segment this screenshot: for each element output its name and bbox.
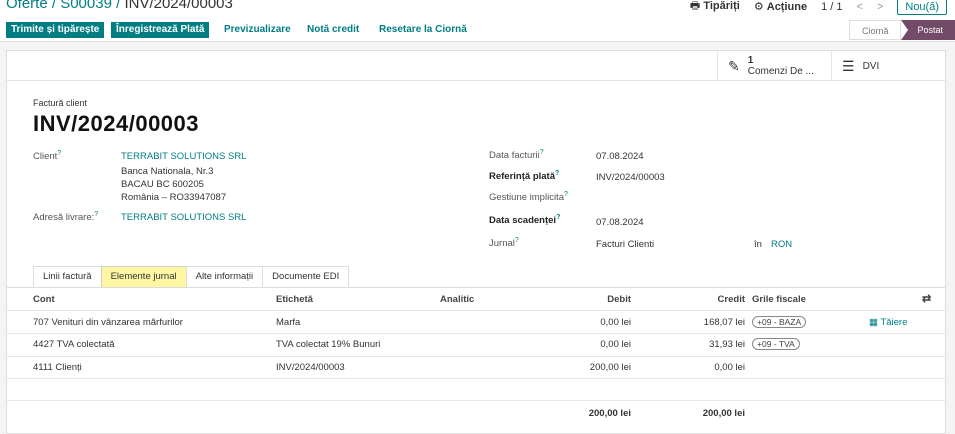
register-payment-button[interactable]: Înregistrează Plată bbox=[111, 22, 210, 38]
form-sheet: ✎ 1 Comenzi De ... ☰ DVI Factură client … bbox=[6, 50, 946, 434]
due-date-field[interactable]: 07.08.2024 bbox=[596, 217, 644, 228]
table-row-credit[interactable]: 31,93 lei bbox=[665, 339, 745, 350]
pager-next-icon[interactable]: > bbox=[877, 1, 883, 13]
notebook-tabs: Linii factură Elemente jurnal Alte infor… bbox=[33, 266, 350, 287]
table-row-account[interactable]: 707 Venituri din vânzarea mărfurilor bbox=[33, 317, 183, 328]
currency-field[interactable]: RON bbox=[771, 239, 792, 250]
delivery-address-link[interactable]: TERRABIT SOLUTIONS SRL bbox=[121, 212, 246, 223]
client-label: Client? bbox=[33, 150, 62, 163]
column-debit[interactable]: Debit bbox=[567, 294, 631, 305]
table-row-debit[interactable]: 0,00 lei bbox=[551, 317, 631, 328]
smart-buttons-row: ✎ 1 Comenzi De ... ☰ DVI bbox=[7, 51, 945, 81]
sale-orders-count: 1 bbox=[747, 54, 754, 66]
breadcrumb-current: INV/2024/00003 bbox=[124, 0, 233, 12]
credit-note-button[interactable]: Notă credit bbox=[302, 22, 364, 38]
dvi-label: DVI bbox=[862, 60, 880, 72]
tab-journal-items[interactable]: Elemente jurnal bbox=[100, 266, 187, 287]
table-row-divider bbox=[7, 333, 945, 334]
menu-icon: ☰ bbox=[842, 57, 855, 74]
status-bar: Ciornă Postat bbox=[848, 20, 955, 40]
delivery-address-label: Adresă livrare:? bbox=[33, 211, 99, 224]
payment-ref-label: Referință plată? bbox=[489, 170, 560, 183]
reset-draft-button[interactable]: Resetare la Ciornă bbox=[374, 22, 472, 38]
sale-orders-smart-button[interactable]: ✎ 1 Comenzi De ... bbox=[717, 51, 831, 81]
journal-field[interactable]: Facturi Clienti bbox=[596, 239, 654, 250]
split-button[interactable]: ▦ Tăiere bbox=[869, 317, 907, 328]
currency-in-label: în bbox=[754, 239, 762, 250]
dvi-smart-button[interactable]: ☰ DVI bbox=[831, 51, 946, 81]
breadcrumb-item-quotes[interactable]: Oferte bbox=[6, 0, 48, 12]
print-button[interactable]: 🖶 Tipăriți bbox=[690, 0, 740, 16]
pager-prev-icon[interactable]: < bbox=[857, 1, 863, 13]
column-account[interactable]: Cont bbox=[33, 294, 55, 305]
calendar-icon: ▦ bbox=[869, 317, 878, 328]
table-row-debit[interactable]: 200,00 lei bbox=[551, 362, 631, 373]
column-analytic[interactable]: Analitic bbox=[440, 294, 474, 305]
client-name-link[interactable]: TERRABIT SOLUTIONS SRL bbox=[121, 151, 246, 162]
client-address-line2: BACAU BC 600205 bbox=[121, 179, 204, 190]
send-print-button[interactable]: Trimite și tipărește bbox=[6, 22, 105, 38]
table-row-credit[interactable]: 0,00 lei bbox=[665, 362, 745, 373]
tab-invoice-lines[interactable]: Linii factură bbox=[33, 266, 102, 287]
action-bar: Trimite și tipărește Înregistrează Plată… bbox=[0, 18, 955, 42]
sale-orders-label: Comenzi De ... bbox=[747, 65, 814, 77]
gear-icon: ⚙ bbox=[753, 1, 764, 13]
breadcrumb-separator: / bbox=[51, 0, 57, 12]
table-row-account[interactable]: 4111 Clienți bbox=[33, 362, 82, 373]
journal-label: Jurnal? bbox=[489, 237, 519, 250]
due-date-label: Data scadenței? bbox=[489, 214, 561, 227]
action-button[interactable]: ⚙ Acțiune bbox=[754, 0, 807, 13]
table-totals-divider bbox=[7, 400, 945, 401]
table-row-divider bbox=[7, 378, 945, 379]
print-icon: 🖶 bbox=[689, 0, 701, 12]
breadcrumb-item-order[interactable]: S00039 bbox=[60, 0, 112, 12]
invoice-date-label: Data facturii? bbox=[489, 149, 544, 162]
table-row-label[interactable]: TVA colectat 19% Bunuri bbox=[276, 339, 380, 350]
table-row-label[interactable]: INV/2024/00003 bbox=[276, 362, 345, 373]
table-header-divider bbox=[7, 310, 945, 311]
table-row-label[interactable]: Marfa bbox=[276, 317, 300, 328]
table-row-credit[interactable]: 168,07 lei bbox=[665, 317, 745, 328]
table-row-divider bbox=[7, 356, 945, 357]
total-credit: 200,00 lei bbox=[702, 408, 745, 419]
status-posted: Postat bbox=[901, 20, 955, 40]
document-type: Factură client bbox=[33, 98, 88, 108]
edit-document-icon: ✎ bbox=[728, 57, 740, 74]
column-label[interactable]: Etichetă bbox=[276, 294, 313, 305]
status-draft[interactable]: Ciornă bbox=[848, 20, 902, 40]
column-credit[interactable]: Credit bbox=[681, 294, 745, 305]
default-management-label: Gestiune implicita? bbox=[489, 191, 568, 204]
breadcrumb-separator: / bbox=[116, 0, 121, 12]
tab-divider bbox=[7, 287, 945, 288]
breadcrumb: Oferte / S00039 / INV/2024/00003 bbox=[6, 0, 233, 12]
total-debit: 200,00 lei bbox=[588, 408, 631, 419]
invoice-date-field[interactable]: 07.08.2024 bbox=[596, 151, 644, 162]
pager-value[interactable]: 1 / 1 bbox=[821, 1, 842, 13]
table-row-account[interactable]: 4427 TVA colectată bbox=[33, 339, 115, 350]
top-bar: Oferte / S00039 / INV/2024/00003 🖶 Tipăr… bbox=[0, 0, 955, 18]
client-address-line1: Banca Nationala, Nr.3 bbox=[121, 166, 214, 177]
page-title: INV/2024/00003 bbox=[33, 111, 200, 136]
client-address-line3: România – RO33947087 bbox=[121, 192, 227, 203]
tax-grid-tag: +09 - TVA bbox=[752, 338, 800, 350]
tab-edi-documents[interactable]: Documente EDI bbox=[262, 266, 350, 287]
tab-other-info[interactable]: Alte informații bbox=[185, 266, 264, 287]
table-row-debit[interactable]: 0,00 lei bbox=[551, 339, 631, 350]
tax-grid-tag: +09 - BAZA bbox=[752, 316, 807, 328]
payment-ref-field[interactable]: INV/2024/00003 bbox=[596, 172, 665, 183]
preview-button[interactable]: Previzualizare bbox=[219, 22, 296, 38]
new-button[interactable]: Nou(ă) bbox=[897, 0, 947, 15]
optional-columns-icon[interactable]: ⇄ bbox=[922, 292, 931, 305]
column-tax-grids[interactable]: Grile fiscale bbox=[752, 294, 806, 305]
